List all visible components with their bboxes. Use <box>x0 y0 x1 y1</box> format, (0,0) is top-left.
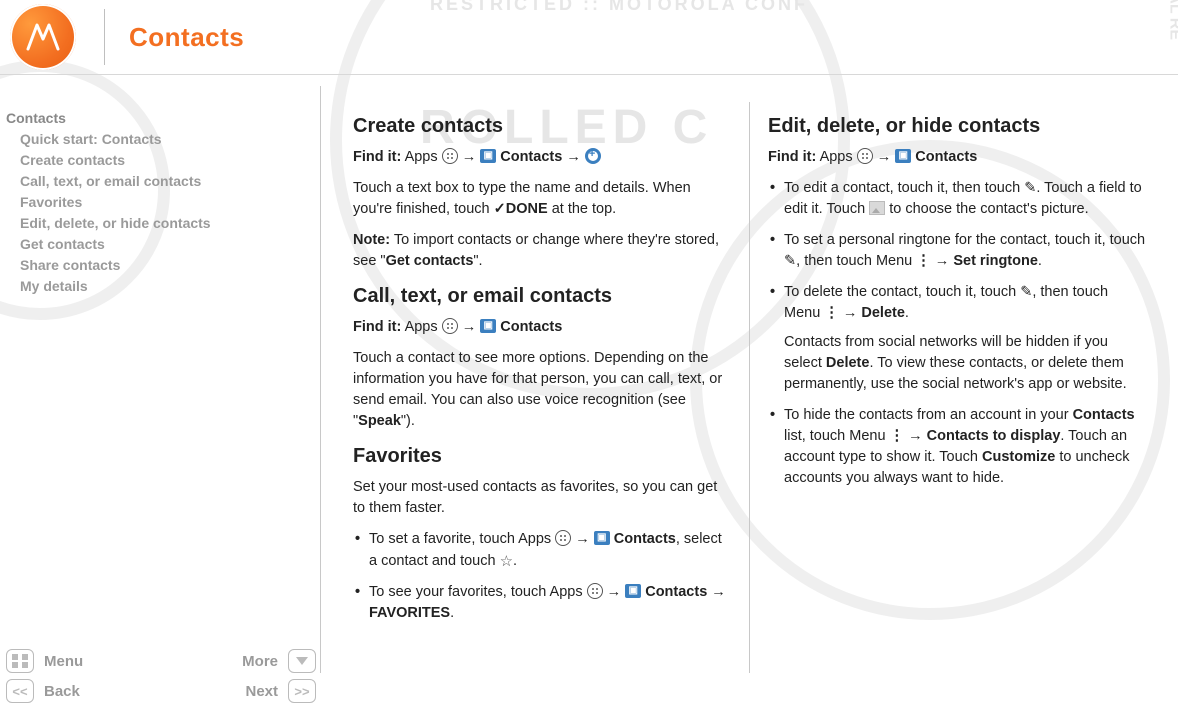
heading-favorites: Favorites <box>353 442 731 471</box>
header-divider <box>104 9 105 65</box>
contacts-icon: ▣ <box>480 319 496 333</box>
edit-bullet-4: To hide the contacts from an account in … <box>768 405 1146 489</box>
favorites-bullet-2: To see your favorites, touch Apps → ▣ Co… <box>353 582 731 624</box>
edit-bullet-2: To set a personal ringtone for the conta… <box>768 230 1146 272</box>
menu-label: Menu <box>44 653 83 670</box>
picture-icon <box>869 201 885 215</box>
nav-create-contacts[interactable]: Create contacts <box>6 150 310 171</box>
nav-edit-delete-hide[interactable]: Edit, delete, or hide contacts <box>6 213 310 234</box>
chevron-down-icon <box>288 649 316 673</box>
heading-create-contacts: Create contacts <box>353 112 731 141</box>
column-left: Create contacts Find it: Apps → ▣ Contac… <box>335 106 749 713</box>
pager-controls: Menu More << Back Next >> <box>6 643 316 703</box>
motorola-logo <box>10 4 76 70</box>
star-icon: ☆ <box>500 551 513 573</box>
favorites-bullet-1: To set a favorite, touch Apps → ▣ Contac… <box>353 529 731 572</box>
next-button[interactable]: Next >> <box>245 679 316 703</box>
apps-icon <box>442 148 458 164</box>
page-title: Contacts <box>129 22 244 53</box>
overflow-menu-icon: ⋮ <box>890 434 905 440</box>
find-it-call: Find it: Apps → ▣ Contacts <box>353 317 731 338</box>
contacts-icon: ▣ <box>625 584 641 598</box>
create-note: Note: To import contacts or change where… <box>353 230 731 272</box>
back-icon: << <box>6 679 34 703</box>
call-body: Touch a contact to see more options. Dep… <box>353 348 731 432</box>
grid-icon <box>6 649 34 673</box>
contacts-icon: ▣ <box>480 149 496 163</box>
contacts-icon: ▣ <box>594 531 610 545</box>
next-label: Next <box>245 683 278 700</box>
overflow-menu-icon: ⋮ <box>824 311 839 317</box>
heading-call-text-email: Call, text, or email contacts <box>353 282 731 311</box>
contacts-icon: ▣ <box>895 149 911 163</box>
pencil-icon: ✎ <box>784 251 796 272</box>
nav-my-details[interactable]: My details <box>6 276 310 297</box>
next-icon: >> <box>288 679 316 703</box>
find-it-edit: Find it: Apps → ▣ Contacts <box>768 147 1146 168</box>
edit-bullet-1: To edit a contact, touch it, then touch … <box>768 178 1146 220</box>
nav-share-contacts[interactable]: Share contacts <box>6 255 310 276</box>
find-it-create: Find it: Apps → ▣ Contacts → <box>353 147 731 168</box>
pencil-icon: ✎ <box>1020 282 1032 303</box>
back-button[interactable]: << Back <box>6 679 80 703</box>
more-label: More <box>242 653 278 670</box>
add-contact-icon <box>585 148 601 164</box>
apps-icon <box>857 148 873 164</box>
apps-icon <box>442 318 458 334</box>
pencil-icon: ✎ <box>1024 178 1036 199</box>
more-button[interactable]: More <box>242 649 316 673</box>
section-nav: Contacts Quick start: Contacts Create co… <box>6 108 310 297</box>
back-label: Back <box>44 683 80 700</box>
menu-button[interactable]: Menu <box>6 649 83 673</box>
overflow-menu-icon: ⋮ <box>916 259 931 265</box>
heading-edit-delete-hide: Edit, delete, or hide contacts <box>768 112 1146 141</box>
favorites-intro: Set your most-used contacts as favorites… <box>353 477 731 519</box>
create-body-1: Touch a text box to type the name and de… <box>353 178 731 220</box>
apps-icon <box>587 583 603 599</box>
nav-get-contacts[interactable]: Get contacts <box>6 234 310 255</box>
edit-bullet-3: To delete the contact, touch it, touch ✎… <box>768 282 1146 395</box>
column-right: Edit, delete, or hide contacts Find it: … <box>750 106 1164 713</box>
nav-contacts[interactable]: Contacts <box>6 108 310 129</box>
nav-favorites[interactable]: Favorites <box>6 192 310 213</box>
nav-quick-start[interactable]: Quick start: Contacts <box>6 129 310 150</box>
nav-call-text-email[interactable]: Call, text, or email contacts <box>6 171 310 192</box>
apps-icon <box>555 530 571 546</box>
